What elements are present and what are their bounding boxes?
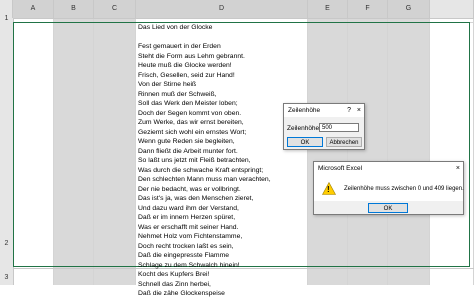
row-height-dialog-title: Zeilenhöhe [288, 107, 321, 114]
poem-line: Schlage zu dem Schwalch hinein! [138, 261, 240, 269]
poem-line: Was durch die schwache Kraft entspringt; [138, 166, 264, 174]
poem-line: So laßt uns jetzt mit Fleiß betrachten, [138, 157, 251, 164]
close-icon[interactable]: × [357, 104, 361, 117]
column-header-c[interactable]: C [94, 0, 136, 18]
poem-line: Den schlechten Mann muss man verachten, [138, 176, 271, 183]
poem-line: Der nie bedacht, was er vollbringt. [138, 185, 241, 193]
column-header-a[interactable]: A [13, 0, 54, 18]
poem-line: Heute muß die Glocke werden! [138, 62, 232, 69]
row-height-label: Zeilenhöhe: [287, 125, 321, 132]
error-dialog: Microsoft Excel × ! Zeilenhöhe muss zwis… [313, 161, 464, 215]
row-height-ok-button[interactable]: OK [287, 137, 323, 147]
poem-line: Frisch, Gesellen, seid zur Hand! [138, 71, 235, 79]
row-header-2[interactable]: 2 [0, 240, 13, 247]
column-header-g[interactable]: G [388, 0, 430, 18]
poem-line [138, 33, 308, 43]
poem-line: Von der Stirne heiß [138, 81, 197, 88]
poem-line: Das ist's ja, was den Menschen zieret, [138, 195, 254, 202]
poem-line: Schnell das Zinn herbei, [138, 280, 211, 288]
poem-line: Steht die Form aus Lehm gebrannt. [138, 52, 245, 60]
row-header-bar: 1 2 3 [0, 15, 14, 285]
poem-line: Daß er im innern Herzen spüret, [138, 214, 236, 221]
close-icon[interactable]: × [456, 162, 460, 175]
error-message: Zeilenhöhe muss zwischen 0 und 409 liege… [344, 186, 464, 192]
column-header-h[interactable] [430, 0, 474, 18]
poem-line: Daß die zähe Glockenspeise [138, 290, 225, 297]
row-header-3[interactable]: 3 [0, 274, 13, 281]
poem-line: Fest gemauert in der Erden [138, 43, 221, 50]
cell-d2-text[interactable]: Das Lied von der Glocke Fest gemauert in … [138, 23, 308, 299]
row-height-dialog: Zeilenhöhe ? × Zeilenhöhe: 500 OK Abbrec… [283, 103, 365, 150]
row-height-cancel-button[interactable]: Abbrechen [326, 137, 362, 147]
row-height-dialog-titlebar: Zeilenhöhe ? × [284, 104, 364, 117]
poem-line: Das Lied von der Glocke [138, 24, 213, 31]
row-header-1[interactable]: 1 [0, 15, 13, 22]
poem-line: Nehmet Holz vom Fichtenstamme, [138, 233, 243, 240]
help-icon[interactable]: ? [347, 104, 351, 117]
error-dialog-titlebar: Microsoft Excel × [314, 162, 463, 175]
poem-line: Und dazu ward ihm der Verstand, [138, 204, 239, 212]
poem-line: Kocht des Kupfers Brei! [138, 271, 210, 278]
error-ok-button[interactable]: OK [368, 203, 408, 213]
poem-line: Rinnen muß der Schweiß, [138, 90, 217, 98]
column-header-e[interactable]: E [308, 0, 348, 18]
column-header-bar: A B C D E F G [0, 0, 474, 19]
row-height-input[interactable]: 500 [319, 123, 359, 132]
error-dialog-title: Microsoft Excel [318, 165, 363, 172]
poem-line: Was er erschafft mit seiner Hand. [138, 223, 239, 231]
warning-icon-glyph: ! [327, 185, 330, 194]
column-header-b[interactable]: B [54, 0, 94, 18]
column-header-f[interactable]: F [348, 0, 388, 18]
column-header-d[interactable]: D [136, 0, 308, 18]
poem-line: Doch recht trocken laßt es sein, [138, 242, 234, 250]
poem-line: Daß die eingepresste Flamme [138, 252, 230, 259]
